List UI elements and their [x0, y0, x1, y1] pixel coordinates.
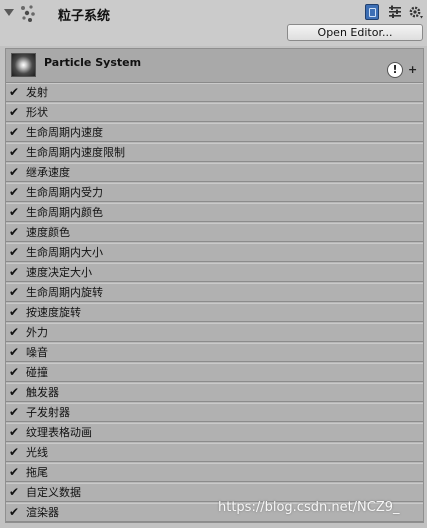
module-label: 生命周期内颜色 [26, 206, 103, 219]
module-label: 自定义数据 [26, 486, 81, 499]
sliders-icon[interactable] [388, 5, 402, 19]
module-checkbox[interactable]: ✔ [9, 244, 19, 261]
module-checkbox[interactable]: ✔ [9, 164, 19, 181]
inspector-header: 粒子系统 Open Editor... [0, 0, 427, 46]
plus-icon[interactable]: + [408, 63, 417, 76]
module-row[interactable]: ✔ 生命周期内速度限制 [6, 143, 423, 162]
module-row[interactable]: ✔ 噪音 [6, 343, 423, 362]
module-row[interactable]: ✔ 速度决定大小 [6, 263, 423, 282]
module-label: 生命周期内速度 [26, 126, 103, 139]
module-label: 形状 [26, 106, 48, 119]
module-row[interactable]: ✔ 生命周期内颜色 [6, 203, 423, 222]
module-row[interactable]: ✔ 速度颜色 [6, 223, 423, 242]
module-label: 生命周期内速度限制 [26, 146, 125, 159]
module-checkbox[interactable]: ✔ [9, 464, 19, 481]
module-label: 速度决定大小 [26, 266, 92, 279]
module-row[interactable]: ✔ 生命周期内受力 [6, 183, 423, 202]
module-label: 拖尾 [26, 466, 48, 479]
component-icon [21, 5, 35, 22]
module-checkbox[interactable]: ✔ [9, 264, 19, 281]
module-row[interactable]: ✔ 生命周期内大小 [6, 243, 423, 262]
module-label: 外力 [26, 326, 48, 339]
module-row[interactable]: ✔ 形状 [6, 103, 423, 122]
module-checkbox[interactable]: ✔ [9, 204, 19, 221]
module-row[interactable]: ✔ 光线 [6, 443, 423, 462]
module-checkbox[interactable]: ✔ [9, 84, 19, 101]
module-checkbox[interactable]: ✔ [9, 284, 19, 301]
module-row[interactable]: ✔ 触发器 [6, 383, 423, 402]
particle-thumbnail-icon [11, 53, 36, 77]
warning-icon[interactable]: ! [387, 62, 403, 78]
module-list: ✔ 发射 ✔ 形状 ✔ 生命周期内速度 ✔ 生命周期内速度限制 ✔ 继承速度 ✔ 生命周期内受力 ✔ 生命… [6, 83, 423, 523]
watermark: https://blog.csdn.net/NCZ9_ [218, 500, 400, 515]
module-checkbox[interactable]: ✔ [9, 304, 19, 321]
module-label: 光线 [26, 446, 48, 459]
module-checkbox[interactable]: ✔ [9, 184, 19, 201]
module-row[interactable]: ✔ 子发射器 [6, 403, 423, 422]
particle-system-name: Particle System [44, 56, 142, 69]
module-label: 纹理表格动画 [26, 426, 92, 439]
module-label: 触发器 [26, 386, 59, 399]
module-label: 噪音 [26, 346, 48, 359]
component-title: 粒子系统 [58, 9, 111, 24]
module-row[interactable]: ✔ 继承速度 [6, 163, 423, 182]
book-icon[interactable] [365, 4, 379, 20]
module-checkbox[interactable]: ✔ [9, 384, 19, 401]
particle-system-panel: Particle System ! + ✔ 发射 ✔ 形状 ✔ 生命周期内速度 ✔ 生命周期内… [5, 48, 424, 523]
module-checkbox[interactable]: ✔ [9, 324, 19, 341]
module-row[interactable]: ✔ 碰撞 [6, 363, 423, 382]
module-row[interactable]: ✔ 生命周期内旋转 [6, 283, 423, 302]
module-row[interactable]: ✔ 生命周期内速度 [6, 123, 423, 142]
particle-system-header[interactable]: Particle System ! + [6, 49, 423, 83]
module-checkbox[interactable]: ✔ [9, 504, 19, 521]
module-label: 碰撞 [26, 366, 48, 379]
module-row[interactable]: ✔ 纹理表格动画 [6, 423, 423, 442]
module-row[interactable]: ✔ 外力 [6, 323, 423, 342]
gear-icon[interactable] [408, 4, 424, 20]
module-checkbox[interactable]: ✔ [9, 364, 19, 381]
module-checkbox[interactable]: ✔ [9, 224, 19, 241]
module-label: 生命周期内旋转 [26, 286, 103, 299]
module-label: 速度颜色 [26, 226, 70, 239]
module-row[interactable]: ✔ 拖尾 [6, 463, 423, 482]
module-label: 子发射器 [26, 406, 70, 419]
module-checkbox[interactable]: ✔ [9, 424, 19, 441]
module-row[interactable]: ✔ 按速度旋转 [6, 303, 423, 322]
module-label: 按速度旋转 [26, 306, 81, 319]
module-label: 生命周期内受力 [26, 186, 103, 199]
open-editor-button[interactable]: Open Editor... [287, 24, 423, 41]
module-checkbox[interactable]: ✔ [9, 484, 19, 501]
module-checkbox[interactable]: ✔ [9, 404, 19, 421]
module-checkbox[interactable]: ✔ [9, 344, 19, 361]
module-label: 渲染器 [26, 506, 59, 519]
module-label: 继承速度 [26, 166, 70, 179]
module-row[interactable]: ✔ 发射 [6, 83, 423, 102]
module-checkbox[interactable]: ✔ [9, 144, 19, 161]
module-label: 生命周期内大小 [26, 246, 103, 259]
module-checkbox[interactable]: ✔ [9, 124, 19, 141]
fold-arrow-icon[interactable] [4, 9, 14, 16]
module-checkbox[interactable]: ✔ [9, 104, 19, 121]
module-label: 发射 [26, 86, 48, 99]
module-checkbox[interactable]: ✔ [9, 444, 19, 461]
